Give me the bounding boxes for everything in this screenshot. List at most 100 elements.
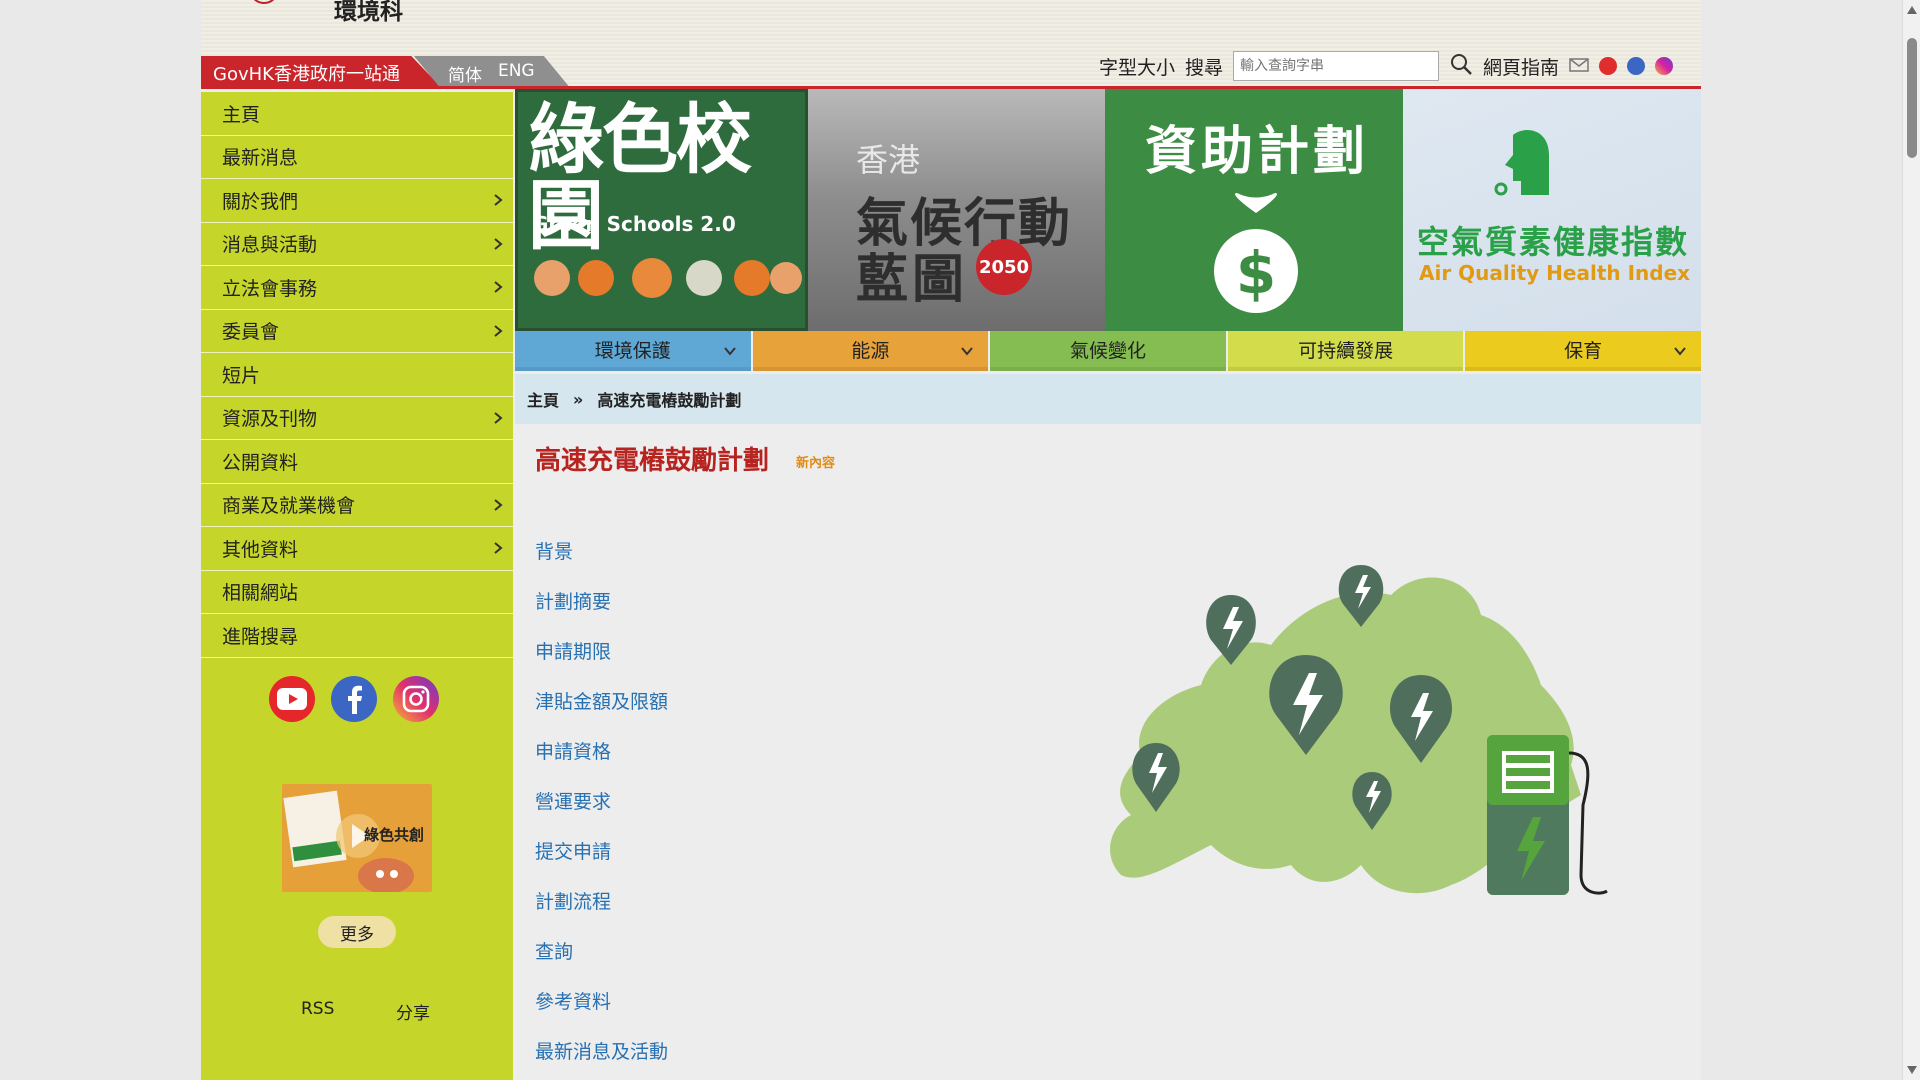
site-guide-link[interactable]: 網頁指南 — [1483, 53, 1559, 80]
feature-banners: 綠色校園 Green Schools 2.0 香港 氣候行動 藍圖 2050 資… — [515, 89, 1701, 331]
chevron-down-icon[interactable] — [723, 344, 737, 358]
search-input[interactable] — [1232, 51, 1439, 81]
govhk-bar: GovHK香港政府一站通 简体 ENG — [201, 56, 569, 86]
sidebar-item-label: 立法會事務 — [222, 277, 318, 300]
breadcrumb-separator: » — [573, 389, 584, 409]
sidebar-item[interactable]: 最新消息 — [201, 136, 513, 179]
topic-label: 氣候變化 — [1069, 339, 1146, 362]
head-profile-icon — [1494, 129, 1549, 196]
header: 環境科 GovHK香港政府一站通 简体 ENG 字型大小 搜尋 網頁指南 — [201, 0, 1701, 89]
banner-subtitle: Green Schools 2.0 — [532, 212, 736, 236]
sidebar-item[interactable]: 資源及刊物 — [201, 397, 513, 440]
sidebar-item-label: 其他資料 — [222, 538, 299, 561]
sidebar-item-label: 進階搜尋 — [222, 625, 299, 648]
chevron-right-icon — [494, 411, 503, 424]
content-link[interactable]: 查詢 — [535, 932, 668, 982]
content-link[interactable]: 營運要求 — [535, 782, 668, 832]
vertical-scrollbar[interactable] — [1902, 0, 1920, 1080]
department-name: 環境科 — [334, 0, 403, 25]
cartoon-characters-icon — [534, 258, 802, 298]
rss-link[interactable]: RSS — [301, 999, 334, 1019]
share-link[interactable]: 分享 — [396, 999, 430, 1024]
sidebar-item[interactable]: 進階搜尋 — [201, 614, 513, 658]
chevron-right-icon — [494, 194, 503, 207]
sidebar-item-label: 短片 — [222, 364, 261, 387]
sidebar-item-label: 資源及刊物 — [222, 408, 318, 431]
instagram-icon[interactable] — [1655, 57, 1673, 75]
sidebar-item-label: 商業及就業機會 — [222, 495, 356, 518]
sidebar: 主頁最新消息關於我們消息與活動立法會事務委員會短片資源及刊物公開資料商業及就業機… — [201, 92, 513, 1080]
topic-tab[interactable]: 可持續發展 — [1227, 331, 1464, 371]
sidebar-nav: 主頁最新消息關於我們消息與活動立法會事務委員會短片資源及刊物公開資料商業及就業機… — [201, 92, 513, 658]
banner-green-schools[interactable]: 綠色校園 Green Schools 2.0 — [515, 89, 808, 331]
green-promo-banner[interactable]: 綠色共創 — [282, 784, 432, 892]
content-link[interactable]: 背景 — [535, 532, 668, 582]
sidebar-item-label: 相關網站 — [222, 582, 299, 605]
sidebar-item[interactable]: 關於我們 — [201, 179, 513, 223]
content-link[interactable]: 參考資料 — [535, 982, 668, 1032]
hong-kong-charging-map-illustration — [1110, 565, 1608, 895]
content-link[interactable]: 最新消息及活動 — [535, 1032, 668, 1080]
money-bag-icon: $ — [1214, 193, 1298, 313]
chevron-right-icon — [494, 324, 503, 337]
chevron-down-icon[interactable] — [960, 344, 974, 358]
topic-tab[interactable]: 能源 — [752, 331, 989, 371]
svg-text:$: $ — [1236, 239, 1276, 307]
banner-year-badge: 2050 — [976, 239, 1032, 295]
font-size-control[interactable]: 字型大小 — [1099, 53, 1175, 80]
lang-english-link[interactable]: ENG — [498, 61, 535, 86]
chevron-down-icon[interactable] — [1673, 344, 1687, 358]
page: 環境科 GovHK香港政府一站通 简体 ENG 字型大小 搜尋 網頁指南 — [201, 0, 1701, 1080]
youtube-icon[interactable] — [1599, 57, 1617, 75]
email-icon[interactable] — [1569, 55, 1589, 77]
banner-aqhi[interactable]: 空氣質素健康指數 Air Quality Health Index — [1403, 89, 1701, 331]
sidebar-item[interactable]: 公開資料 — [201, 440, 513, 484]
topic-label: 保育 — [1564, 339, 1603, 362]
topic-tab[interactable]: 環境保護 — [515, 331, 751, 371]
banner-subtitle: Air Quality Health Index — [1419, 261, 1691, 285]
instagram-icon[interactable] — [393, 676, 439, 722]
content-link[interactable]: 計劃摘要 — [535, 582, 668, 632]
sidebar-item-label: 最新消息 — [222, 147, 299, 170]
topic-tab[interactable]: 氣候變化 — [990, 331, 1226, 371]
banner-climate-blueprint[interactable]: 香港 氣候行動 藍圖 2050 — [808, 89, 1105, 331]
header-tools: 字型大小 搜尋 網頁指南 — [1099, 50, 1673, 82]
more-button[interactable]: 更多 — [318, 916, 396, 948]
social-links — [269, 676, 439, 722]
sidebar-item[interactable]: 短片 — [201, 353, 513, 397]
banner-funding-schemes[interactable]: 資助計劃 $ — [1105, 89, 1403, 331]
topic-tab[interactable]: 保育 — [1465, 331, 1701, 371]
search-icon[interactable] — [1449, 52, 1473, 81]
banner-title: 空氣質素健康指數 — [1417, 223, 1690, 261]
content-link[interactable]: 津貼金額及限額 — [535, 682, 668, 732]
chevron-right-icon — [494, 498, 503, 511]
scroll-up-arrow-icon[interactable] — [1907, 6, 1917, 14]
lang-simplified-link[interactable]: 简体 — [448, 61, 482, 86]
govhk-link[interactable]: GovHK香港政府一站通 — [201, 56, 440, 86]
sidebar-item[interactable]: 委員會 — [201, 310, 513, 353]
banner-title: 資助計劃 — [1145, 122, 1370, 182]
page-title: 高速充電樁鼓勵計劃 — [535, 446, 770, 476]
content-link[interactable]: 申請資格 — [535, 732, 668, 782]
sidebar-item-label: 公開資料 — [222, 451, 299, 474]
content-link[interactable]: 申請期限 — [535, 632, 668, 682]
new-content-badge: 新內容 — [796, 456, 836, 471]
sidebar-item[interactable]: 消息與活動 — [201, 223, 513, 266]
youtube-icon[interactable] — [269, 676, 315, 722]
sidebar-item[interactable]: 商業及就業機會 — [201, 484, 513, 527]
facebook-icon[interactable] — [1627, 57, 1645, 75]
scroll-down-arrow-icon[interactable] — [1907, 1066, 1917, 1074]
banner-line3: 藍圖 — [856, 250, 969, 310]
sidebar-item[interactable]: 相關網站 — [201, 571, 513, 614]
sidebar-item-label: 關於我們 — [222, 190, 299, 213]
scrollbar-thumb[interactable] — [1907, 38, 1917, 158]
sidebar-item[interactable]: 主頁 — [201, 92, 513, 136]
sidebar-item[interactable]: 其他資料 — [201, 527, 513, 571]
facebook-icon[interactable] — [331, 676, 377, 722]
content-link[interactable]: 提交申請 — [535, 832, 668, 882]
promo-text: 綠色共創 — [363, 826, 424, 844]
chevron-right-icon — [494, 542, 503, 555]
breadcrumb-home-link[interactable]: 主頁 — [527, 387, 559, 411]
sidebar-item[interactable]: 立法會事務 — [201, 266, 513, 310]
content-link[interactable]: 計劃流程 — [535, 882, 668, 932]
